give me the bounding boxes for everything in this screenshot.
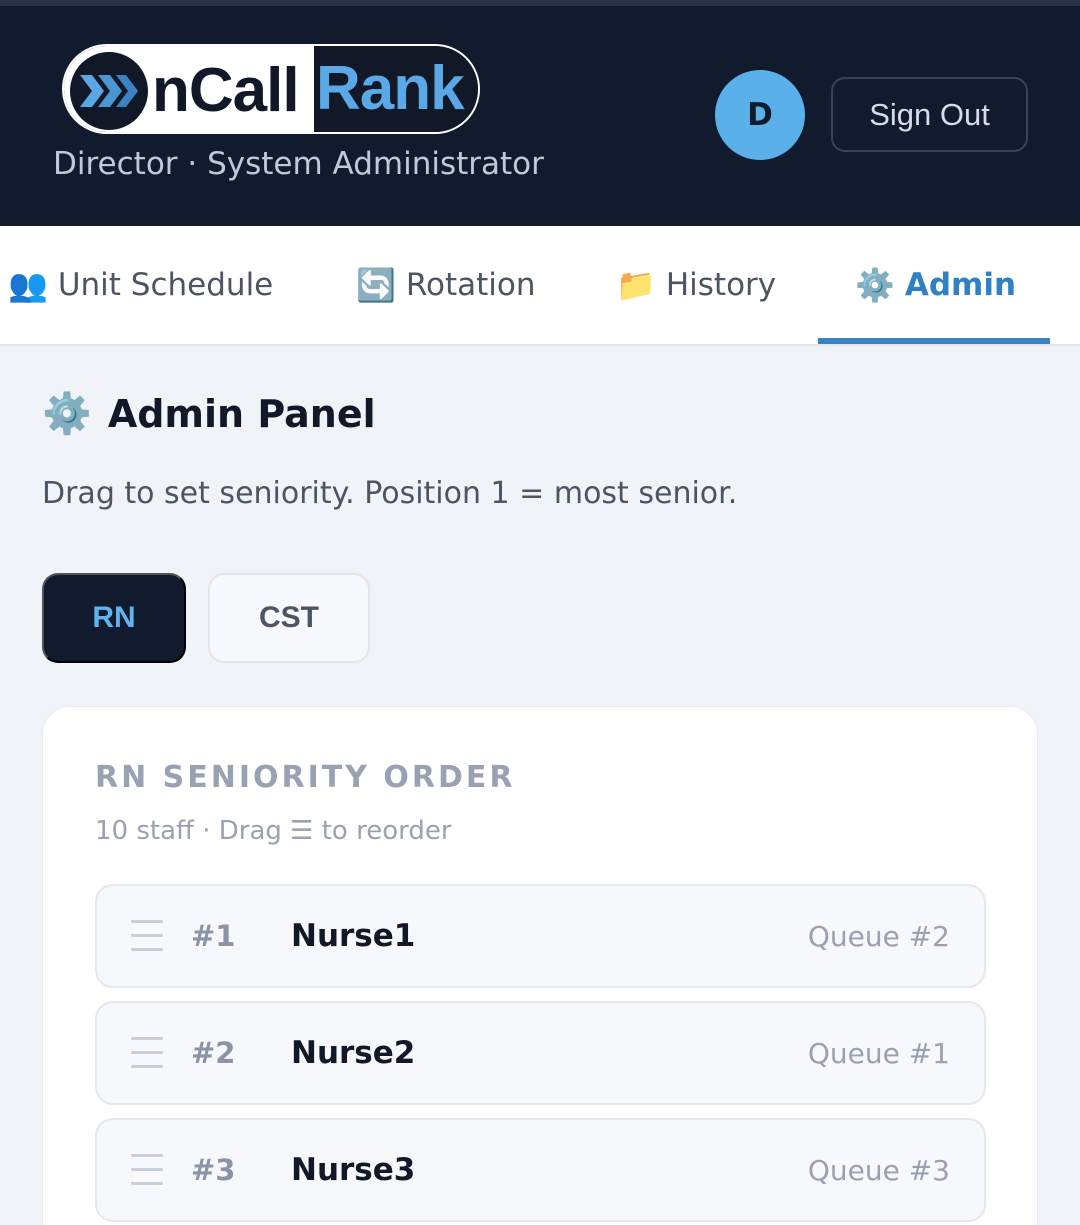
logo-right-half: Rank xyxy=(314,46,478,132)
logo-text-rank: Rank xyxy=(316,54,465,123)
row-name: Nurse1 xyxy=(291,918,416,954)
tab-label: Unit Schedule xyxy=(57,267,274,303)
oncallrank-logo[interactable]: nCall Rank xyxy=(62,44,480,134)
user-role: Director · System Administrator xyxy=(53,146,544,182)
gear-icon: ⚙️ xyxy=(42,391,92,437)
drag-handle-icon[interactable] xyxy=(131,1154,163,1188)
row-name: Nurse2 xyxy=(291,1035,416,1071)
folder-icon: 📁 xyxy=(616,266,656,304)
seniority-row[interactable]: #3 Nurse3 Queue #3 xyxy=(95,1118,986,1222)
logo-left-half: nCall xyxy=(64,46,314,132)
seniority-row[interactable]: #2 Nurse2 Queue #1 xyxy=(95,1001,986,1105)
active-tab-indicator xyxy=(818,338,1050,344)
refresh-icon: 🔄 xyxy=(356,266,396,304)
tab-unit-schedule[interactable]: 👥 Unit Schedule xyxy=(8,226,273,344)
chevrons-icon xyxy=(70,52,148,130)
people-icon: 👥 xyxy=(8,266,48,304)
page-title-text: Admin Panel xyxy=(107,391,376,436)
row-queue: Queue #1 xyxy=(807,1036,950,1070)
segment-rn-button[interactable]: RN xyxy=(42,573,186,663)
row-position: #2 xyxy=(191,1036,236,1070)
tab-label: Rotation xyxy=(405,267,536,303)
tab-history[interactable]: 📁 History xyxy=(616,226,776,344)
row-queue: Queue #2 xyxy=(807,919,950,953)
seniority-title: RN SENIORITY ORDER xyxy=(95,760,516,795)
drag-handle-icon[interactable] xyxy=(131,1037,163,1071)
tab-label: History xyxy=(665,267,777,303)
seniority-row[interactable]: #1 Nurse1 Queue #2 xyxy=(95,884,986,988)
tab-admin[interactable]: ⚙️ Admin xyxy=(855,226,1016,344)
tab-label: Admin xyxy=(904,267,1017,303)
sign-out-button[interactable]: Sign Out xyxy=(831,77,1028,152)
row-queue: Queue #3 xyxy=(807,1153,950,1187)
tab-bar: 👥 Unit Schedule 🔄 Rotation 📁 History ⚙️ … xyxy=(0,226,1080,346)
tab-rotation[interactable]: 🔄 Rotation xyxy=(356,226,536,344)
row-position: #3 xyxy=(191,1153,236,1187)
gear-icon: ⚙️ xyxy=(855,266,895,304)
drag-handle-icon[interactable] xyxy=(131,920,163,954)
row-name: Nurse3 xyxy=(291,1152,416,1188)
segment-cst-button[interactable]: CST xyxy=(208,573,370,663)
app-header: nCall Rank Director · System Administrat… xyxy=(0,0,1080,226)
header-top-border xyxy=(0,0,1080,6)
page-description: Drag to set seniority. Position 1 = most… xyxy=(42,476,738,511)
page-title: ⚙️ Admin Panel xyxy=(42,390,376,437)
avatar[interactable]: D xyxy=(715,70,805,160)
seniority-subtitle: 10 staff · Drag ☰ to reorder xyxy=(95,816,452,846)
row-position: #1 xyxy=(191,919,236,953)
logo-text-ncall: nCall xyxy=(152,56,300,125)
